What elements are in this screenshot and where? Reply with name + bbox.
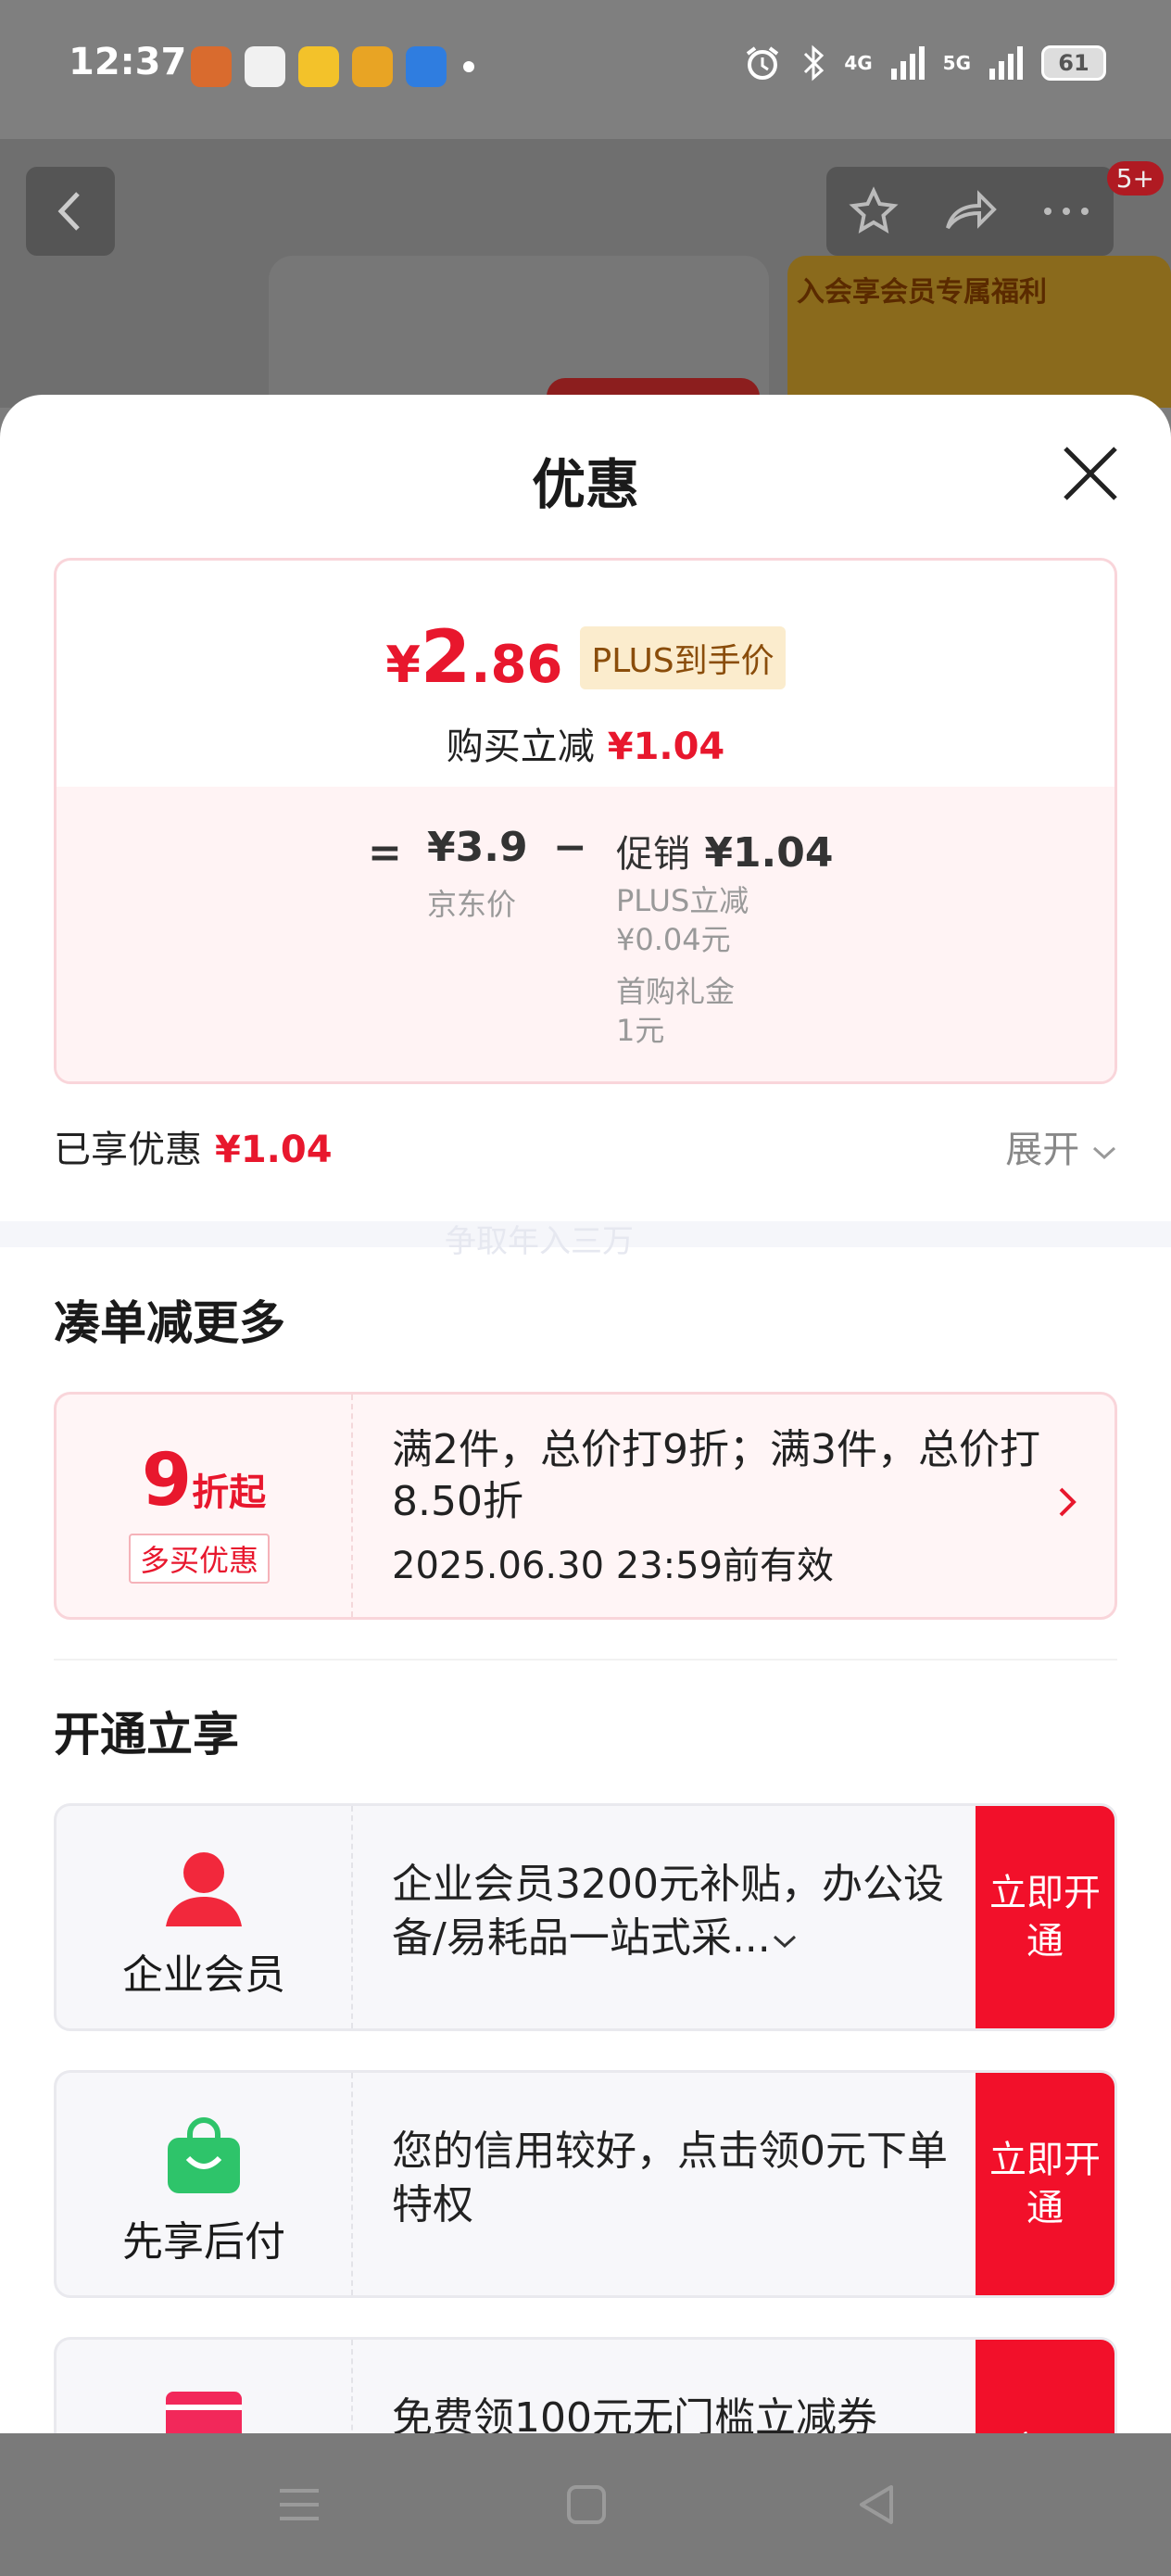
app-icon xyxy=(191,46,232,87)
activate-button[interactable]: 立即 xyxy=(976,2340,1114,2433)
discount-suffix: 折起 xyxy=(192,1471,267,1514)
enterprise-member-card[interactable]: 企业会员 企业会员3200元补贴，办公设备/易耗品一站式采... 立即开通 xyxy=(54,1803,1117,2031)
signal-icon xyxy=(890,46,925,80)
card-left: 先享后付 xyxy=(57,2073,353,2295)
open-section-title: 开通立享 xyxy=(54,1708,239,1762)
sheet-title: 优惠 xyxy=(531,453,639,516)
close-icon[interactable] xyxy=(1060,443,1121,504)
share-icon[interactable] xyxy=(942,185,998,237)
saved-amount: ¥1.04 xyxy=(215,1129,333,1171)
faint-text: 争取年入三万 xyxy=(445,1223,634,1260)
jd-price-label: 京东价 xyxy=(427,887,517,922)
card-description: 企业会员3200元补贴，办公设备/易耗品一站式采... xyxy=(392,1858,966,1965)
signal-icon xyxy=(989,46,1023,80)
network-4g-label: 4G xyxy=(844,52,873,74)
minus-sign: − xyxy=(553,824,587,871)
more-notifications-dot xyxy=(463,61,474,72)
weibo-icon xyxy=(352,46,393,87)
product-image xyxy=(269,256,769,408)
expand-button[interactable]: 展开 xyxy=(1005,1119,1117,1173)
back-nav-icon[interactable] xyxy=(852,2480,902,2530)
expand-label: 展开 xyxy=(1005,1129,1080,1171)
card-icon xyxy=(166,2392,242,2433)
card-description-text: 企业会员3200元补贴，办公设备/易耗品一站式采... xyxy=(392,1861,944,1962)
notification-badge: 5+ xyxy=(1106,161,1164,196)
system-nav-bar xyxy=(0,2433,1171,2576)
plus-price-tag: PLUS到手价 xyxy=(580,626,786,689)
status-time: 12:37 xyxy=(69,41,187,83)
promo-banner: 入会享会员专属福利 xyxy=(787,256,1171,408)
chevron-right-icon xyxy=(1059,1487,1077,1517)
promo-label: 促销 xyxy=(616,833,690,876)
plus-reduce-label: PLUS立减 xyxy=(616,883,749,918)
promo-line: 促销 ¥1.04 xyxy=(616,824,834,878)
discount-tag: 多买优惠 xyxy=(129,1534,271,1584)
discount-badge-area: 9折起 多买优惠 xyxy=(57,1395,353,1617)
plus-reduce-amount: ¥0.04元 xyxy=(616,922,731,957)
battery-level: 61 xyxy=(1058,50,1089,76)
card-name: 先享后付 xyxy=(122,2218,285,2266)
discount-sheet: 优惠 ¥2.86 PLUS到手价 购买立减 ¥1.04 = ¥3.9 京东价 − … xyxy=(0,395,1171,2433)
top-actions xyxy=(826,167,1114,256)
menu-icon[interactable] xyxy=(274,2480,324,2530)
saved-discount-row: 已享优惠 ¥1.04 xyxy=(54,1119,333,1173)
activate-button[interactable]: 立即开通 xyxy=(976,2073,1114,2295)
bundle-section-title: 凑单减更多 xyxy=(54,1296,285,1350)
discount-description: 满2件，总价打9折；满3件，总价打8.50折 xyxy=(392,1426,1040,1525)
app-icon xyxy=(245,46,285,87)
pay-later-card[interactable]: 先享后付 您的信用较好，点击领0元下单特权 立即开通 xyxy=(54,2070,1117,2298)
alarm-icon xyxy=(747,46,779,80)
saved-label: 已享优惠 xyxy=(54,1129,202,1171)
person-icon xyxy=(166,1852,242,1926)
shopping-bag-icon xyxy=(168,2117,240,2193)
instant-reduce-row: 购买立减 ¥1.04 xyxy=(57,716,1114,770)
promo-sub-items: PLUS立减 ¥0.04元 首购礼金 1元 xyxy=(616,881,749,1050)
divider xyxy=(54,1659,1117,1661)
final-price-row: ¥2.86 PLUS到手价 xyxy=(57,616,1114,700)
app-icon xyxy=(298,46,339,87)
star-icon[interactable] xyxy=(848,185,900,237)
status-bar: 12:37 4G 5G 61 xyxy=(0,0,1171,139)
promo-amount: ¥1.04 xyxy=(704,829,834,877)
reduce-amount: ¥1.04 xyxy=(607,726,725,768)
battery-indicator: 61 xyxy=(1041,45,1106,81)
chevron-down-icon xyxy=(1092,1146,1116,1160)
price-breakdown-card: ¥2.86 PLUS到手价 购买立减 ¥1.04 = ¥3.9 京东价 − 促销 … xyxy=(54,558,1117,1084)
back-button[interactable] xyxy=(26,167,115,256)
card-description: 您的信用较好，点击领0元下单特权 xyxy=(392,2128,948,2229)
first-gift-amount: 1元 xyxy=(616,1013,665,1048)
app-icon xyxy=(406,46,447,87)
equals-sign: = xyxy=(368,829,402,877)
chevron-down-icon[interactable] xyxy=(771,1931,799,1951)
card-name: 企业会员 xyxy=(122,1951,285,1999)
card-description: 免费领100元无门槛立减券 xyxy=(392,2394,877,2433)
activate-button[interactable]: 立即开通 xyxy=(976,1806,1114,2028)
multi-buy-discount-card[interactable]: 9折起 多买优惠 满2件，总价打9折；满3件，总价打8.50折 2025.06.… xyxy=(54,1392,1117,1620)
product-page-background: 入会享会员专属福利 5+ xyxy=(0,139,1171,408)
promo-banner-text: 入会享会员专属福利 xyxy=(797,276,1047,309)
first-gift-label: 首购礼金 xyxy=(616,974,736,1009)
discount-number: 9 xyxy=(141,1439,193,1522)
jd-price: ¥3.9 xyxy=(427,824,528,871)
price-integer: 2 xyxy=(420,616,472,700)
discount-rate: 9折起 xyxy=(57,1439,351,1522)
reduce-label: 购买立减 xyxy=(446,726,595,768)
notification-icons xyxy=(191,46,447,87)
currency-symbol: ¥ xyxy=(385,636,421,694)
price-decimal: .86 xyxy=(471,635,563,695)
discount-validity: 2025.06.30 23:59前有效 xyxy=(392,1545,835,1587)
home-icon[interactable] xyxy=(561,2480,611,2530)
coupon-card[interactable]: 免费领100元无门槛立减券 立即 xyxy=(54,2337,1117,2433)
chevron-left-icon xyxy=(57,192,80,231)
bluetooth-icon xyxy=(804,44,825,82)
network-5g-label: 5G xyxy=(942,52,971,74)
system-indicators: 4G 5G 61 xyxy=(742,43,1106,83)
more-icon[interactable] xyxy=(1040,202,1092,221)
card-left: 企业会员 xyxy=(57,1806,353,2028)
card-left xyxy=(57,2340,353,2433)
final-price: ¥2.86 xyxy=(385,616,562,700)
